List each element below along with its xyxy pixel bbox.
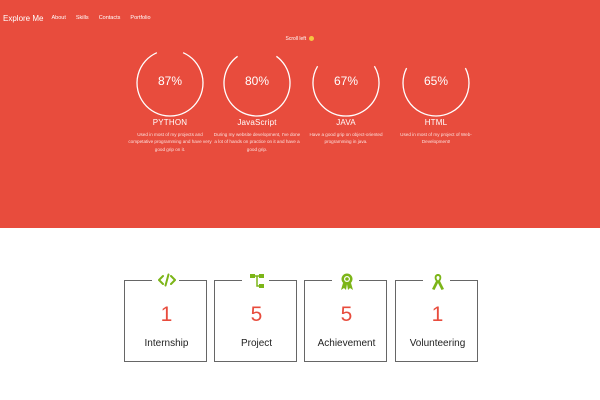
skill-name: HTML: [424, 118, 448, 127]
code-icon: [125, 273, 208, 287]
stat-card-achievement: 5 Achievement: [304, 273, 387, 362]
skill-percent: 87%: [157, 74, 183, 88]
stat-card-volunteering: 1 Volunteering: [395, 274, 478, 362]
awareness-ribbon-icon: [396, 273, 479, 291]
stat-card-internship: 1 Internship: [124, 273, 207, 362]
stats-section: 1 Internship 5 Project 5 Achievement 1 V…: [0, 270, 600, 400]
award-ribbon-icon: [305, 273, 388, 291]
skill-java: 67% JAVA Have a good grip on object-orie…: [298, 48, 394, 146]
scroll-hint-text: Scroll left: [285, 36, 307, 42]
skill-percent: 80%: [244, 74, 270, 88]
stat-label: Project: [240, 338, 273, 349]
skill-description: Used in most of my project of Web-Develo…: [400, 132, 472, 145]
stat-number: 1: [431, 303, 444, 326]
hero-section: Explore Me About Skills Contacts Portfol…: [0, 0, 600, 228]
scroll-hint: Scroll left: [0, 36, 600, 42]
skill-description: Used in most of my projects and competat…: [128, 132, 212, 152]
skill-name: PYTHON: [152, 118, 188, 127]
skill-html: 65% HTML Used in most of my project of W…: [388, 48, 484, 146]
top-nav: Explore Me About Skills Contacts Portfol…: [3, 11, 161, 25]
stat-card-project: 5 Project: [214, 274, 297, 362]
project-tree-icon: [215, 273, 298, 289]
nav-link-contacts[interactable]: Contacts: [99, 15, 121, 21]
skill-percent: 67%: [333, 74, 359, 88]
brand-logo[interactable]: Explore Me: [3, 14, 43, 23]
stat-number: 5: [250, 303, 263, 326]
stat-label: Volunteering: [409, 338, 466, 349]
skill-percent: 65%: [423, 74, 449, 88]
stat-number: 1: [160, 303, 173, 326]
skill-python: 87% PYTHON Used in most of my projects a…: [122, 48, 218, 153]
nav-link-skills[interactable]: Skills: [76, 15, 89, 21]
stat-label: Internship: [144, 338, 189, 349]
nav-link-about[interactable]: About: [51, 15, 65, 21]
skill-description: During my website development, I've done…: [213, 132, 301, 152]
skill-name: JavaScript: [237, 118, 277, 127]
stat-label: Achievement: [317, 338, 376, 349]
stat-number: 5: [340, 303, 353, 326]
skill-description: Have a good grip on object-oriented prog…: [309, 132, 383, 145]
smile-emoji-icon: [309, 36, 315, 42]
nav-link-portfolio[interactable]: Portfolio: [130, 15, 150, 21]
skill-javascript: 80% JavaScript During my website develop…: [209, 48, 305, 153]
skill-name: JAVA: [336, 118, 356, 127]
